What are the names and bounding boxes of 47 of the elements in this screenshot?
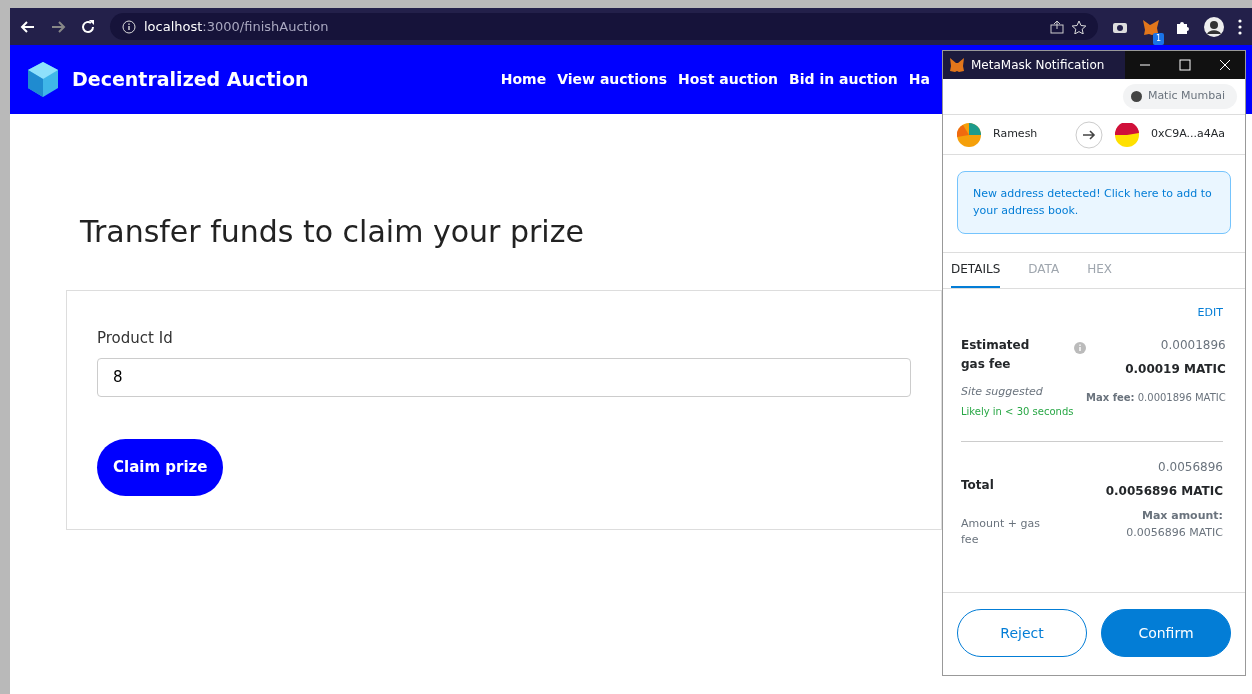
- claim-prize-button[interactable]: Claim prize: [97, 438, 224, 496]
- max-fee: Max amount: 0.0056896 MATIC: [1125, 508, 1223, 541]
- forward-icon[interactable]: [50, 18, 66, 35]
- max-fee: Max fee: 0.0001896 MATIC: [1086, 390, 1226, 405]
- network-selector[interactable]: Matic Mumbai: [1122, 84, 1237, 109]
- recipient-avatar-icon: [1115, 122, 1139, 147]
- reload-icon[interactable]: [80, 18, 96, 35]
- reject-button[interactable]: Reject: [957, 609, 1087, 657]
- network-name: Matic Mumbai: [1147, 88, 1225, 105]
- fox-icon[interactable]: [1142, 18, 1160, 36]
- close-icon: [1219, 59, 1231, 71]
- address-alert[interactable]: New address detected! Click here to add to your address book.: [957, 171, 1231, 234]
- brand-name[interactable]: Decentralized Auction: [72, 65, 309, 94]
- nav-link[interactable]: Ha: [908, 69, 930, 90]
- avatar-icon[interactable]: [1204, 16, 1224, 37]
- recipient-address: 0xC9A...a4Aa: [1151, 126, 1225, 143]
- fee-note: Amount + gas fee: [961, 515, 1041, 549]
- nav-link[interactable]: Bid in auction: [789, 69, 898, 90]
- nav-link[interactable]: View auctions: [557, 69, 667, 90]
- star-icon[interactable]: [1072, 19, 1086, 34]
- window-title: MetaMask Notification: [971, 57, 1105, 74]
- account-avatar-icon: [957, 122, 981, 147]
- edit-link[interactable]: EDIT: [1197, 305, 1223, 322]
- timing-note: Likely in < 30 seconds: [961, 405, 1074, 420]
- fee-note: Site suggested: [961, 383, 1044, 400]
- fee-amount: 0.0001896: [1159, 336, 1226, 354]
- nav-link[interactable]: Host auction: [678, 69, 779, 90]
- fee-amount: 0.0056896: [1157, 459, 1223, 477]
- fox-icon: [949, 57, 965, 73]
- account-name: Ramesh: [993, 126, 1039, 143]
- page-heading: Transfer funds to claim your prize: [80, 214, 584, 250]
- maximize-icon: [1179, 59, 1191, 71]
- info-icon: [122, 19, 136, 34]
- field-label: Product Id: [97, 328, 174, 349]
- fee-amount-total: 0.00019 MATIC: [1124, 360, 1226, 378]
- fee-label: Total: [961, 477, 995, 495]
- address-bar[interactable]: localhost:3000/finishAuction: [110, 13, 1098, 40]
- nav-link[interactable]: Home: [500, 69, 547, 90]
- fee-label: Estimated gas fee: [961, 336, 1031, 373]
- back-icon[interactable]: [20, 18, 36, 35]
- info-icon: [1074, 341, 1086, 354]
- share-icon[interactable]: [1050, 19, 1064, 34]
- confirm-button[interactable]: Confirm: [1101, 609, 1231, 657]
- fee-amount-total: 0.0056896 MATIC: [1105, 483, 1223, 501]
- product-id-field[interactable]: 8: [97, 357, 911, 397]
- more-icon[interactable]: [1238, 18, 1242, 35]
- tab[interactable]: DETAILS: [951, 253, 1001, 288]
